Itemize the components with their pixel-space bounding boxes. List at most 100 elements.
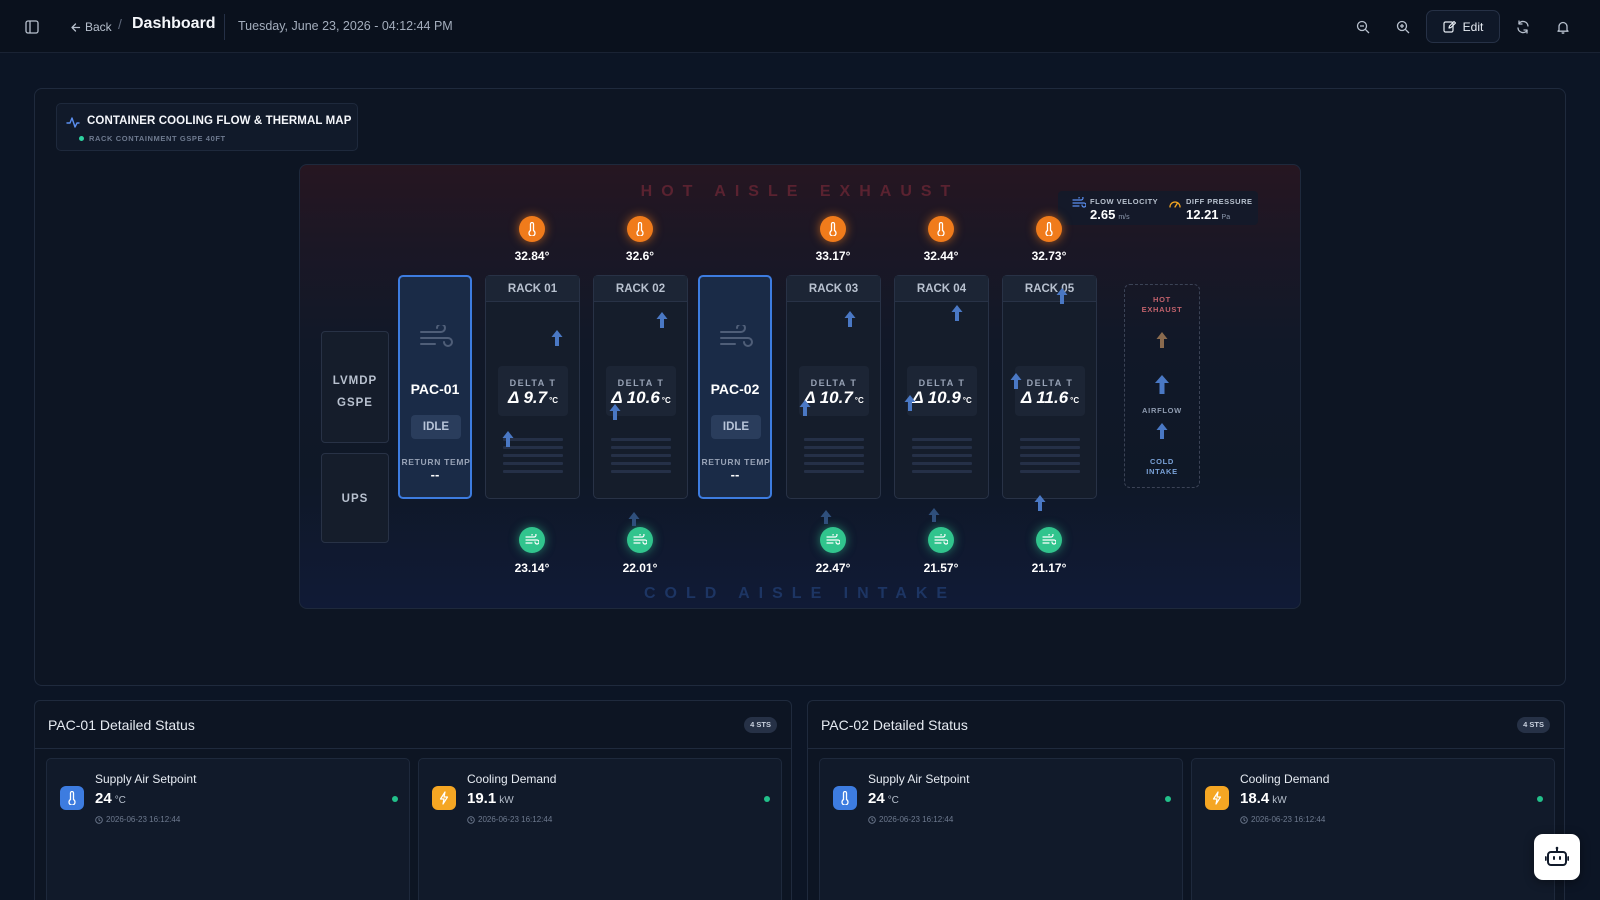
metric-card-cooling-demand[interactable]: Cooling Demand 19.1 kW 2026-06-23 16:12:4… <box>418 758 782 900</box>
rack-04[interactable]: RACK 04 DELTA T Δ 10.9 °C <box>894 275 989 499</box>
clock-icon <box>467 815 475 824</box>
airflow-arrow-icon <box>844 311 856 327</box>
metric-label: Supply Air Setpoint <box>95 772 197 786</box>
back-button[interactable]: Back <box>70 18 112 36</box>
rack-03[interactable]: RACK 03 DELTA T Δ 10.7 °C <box>786 275 881 499</box>
current-datetime: Tuesday, June 23, 2026 - 04:12:44 PM <box>238 19 453 33</box>
pac-name: PAC-02 <box>710 381 760 397</box>
arrow-up-icon <box>1155 375 1169 394</box>
diff-pressure-unit: Pa <box>1221 214 1231 221</box>
lvmdp-label: LVMDP <box>332 375 378 387</box>
thermometer-icon[interactable] <box>820 216 846 242</box>
zoom-in-icon[interactable] <box>1392 16 1414 38</box>
metric-value-row: 19.1 kW <box>467 790 514 807</box>
back-label: Back <box>85 20 112 34</box>
metric-timestamp: 2026-06-23 16:12:44 <box>879 815 954 824</box>
gauge-icon <box>1169 201 1181 208</box>
airflow-arrow-icon <box>951 305 963 321</box>
thermometer-icon <box>833 786 857 810</box>
airflow-legend: HOT EXHAUST AIRFLOW COLD INTAKE <box>1124 284 1200 488</box>
flow-velocity-readout: FLOW VELOCITY 2.65 m/s <box>1072 197 1158 224</box>
rack-label: RACK 02 <box>594 276 687 302</box>
metric-card-supply-air-setpoint[interactable]: Supply Air Setpoint 24 °C 2026-06-23 16:1… <box>46 758 410 900</box>
metric-card-supply-air-setpoint[interactable]: Supply Air Setpoint 24 °C 2026-06-23 16:1… <box>819 758 1183 900</box>
delta-t-label: DELTA T <box>509 378 557 388</box>
widget-title: CONTAINER COOLING FLOW & THERMAL MAP <box>87 115 352 127</box>
detail-header: PAC-01 Detailed Status 4 STS <box>35 701 791 749</box>
thermometer-icon[interactable] <box>928 216 954 242</box>
wind-icon[interactable] <box>820 527 846 553</box>
pac-01-detail-panel: PAC-01 Detailed Status 4 STS Supply Air … <box>34 700 792 900</box>
status-count-badge: 4 STS <box>1517 717 1550 733</box>
cold-temp-value: 23.14° <box>514 561 550 575</box>
clock-icon <box>95 815 103 824</box>
wind-icon[interactable] <box>519 527 545 553</box>
thermometer-icon[interactable] <box>627 216 653 242</box>
wind-icon[interactable] <box>627 527 653 553</box>
return-temp-value: -- <box>430 467 440 482</box>
pac-unit-01[interactable]: PAC-01 IDLE RETURN TEMP -- <box>398 275 472 499</box>
delta-t-unit: °C <box>962 396 972 405</box>
hot-temp-value: 32.6° <box>625 249 655 263</box>
cold-temp-value: 21.57° <box>923 561 959 575</box>
thermal-map: HOT AISLE EXHAUST COLD AISLE INTAKE FLOW… <box>299 164 1301 609</box>
edit-icon <box>1443 20 1456 33</box>
refresh-icon[interactable] <box>1512 16 1534 38</box>
delta-t-value: Δ 10.7 <box>804 388 853 407</box>
metric-unit: kW <box>1272 795 1287 806</box>
page-title: Dashboard <box>132 15 216 32</box>
rack-02[interactable]: RACK 02 DELTA T Δ 10.6 °C <box>593 275 688 499</box>
rack-vents <box>804 438 864 478</box>
rack-01[interactable]: RACK 01 DELTA T Δ 9.7 °C <box>485 275 580 499</box>
breadcrumb-separator: / <box>118 16 122 32</box>
cold-aisle-label: COLD AISLE INTAKE <box>643 585 957 602</box>
thermometer-icon <box>60 786 84 810</box>
wind-icon[interactable] <box>928 527 954 553</box>
status-dot <box>764 796 770 802</box>
pac-state-badge: IDLE <box>411 415 461 439</box>
widget-title-card: CONTAINER COOLING FLOW & THERMAL MAP RAC… <box>56 103 358 151</box>
metric-card-cooling-demand[interactable]: Cooling Demand 18.4 kW 2026-06-23 16:12:4… <box>1191 758 1555 900</box>
edit-button[interactable]: Edit <box>1426 10 1500 43</box>
thermometer-icon[interactable] <box>1036 216 1062 242</box>
delta-t-unit: °C <box>549 396 559 405</box>
arrow-up-icon <box>1156 332 1168 348</box>
thermometer-icon[interactable] <box>519 216 545 242</box>
metric-value: 24 <box>95 790 112 807</box>
flow-velocity-value: 2.65 <box>1090 207 1116 222</box>
cold-temp-value: 22.47° <box>815 561 851 575</box>
rack-vents <box>912 438 972 478</box>
pac-unit-02[interactable]: PAC-02 IDLE RETURN TEMP -- <box>698 275 772 499</box>
delta-t-box: DELTA T Δ 10.9 °C <box>907 366 977 416</box>
flow-velocity-unit: m/s <box>1118 214 1130 221</box>
diff-pressure-label: DIFF PRESSURE <box>1186 197 1253 206</box>
metric-timestamp-row: 2026-06-23 16:12:44 <box>95 815 180 824</box>
metric-value: 18.4 <box>1240 790 1270 807</box>
zoom-out-icon[interactable] <box>1352 16 1374 38</box>
status-dot <box>392 796 398 802</box>
sidebar-toggle-icon[interactable] <box>20 16 44 38</box>
widget-subtitle: RACK CONTAINMENT GSPE 40FT <box>89 134 226 143</box>
diff-pressure-value: 12.21 <box>1186 207 1219 222</box>
wind-icon[interactable] <box>1036 527 1062 553</box>
status-count-badge: 4 STS <box>744 717 777 733</box>
live-status-dot <box>79 136 84 141</box>
rack-label: RACK 05 <box>1003 276 1096 302</box>
pac-state-badge: IDLE <box>711 415 761 439</box>
assistant-bot-button[interactable] <box>1534 834 1580 880</box>
notification-bell-icon[interactable] <box>1552 16 1574 38</box>
delta-t-box: DELTA T Δ 9.7 °C <box>498 366 568 416</box>
lvmdp-unit[interactable]: LVMDP GSPE <box>321 331 389 443</box>
status-dot <box>1537 796 1543 802</box>
activity-icon <box>66 117 80 128</box>
delta-t-unit: °C <box>661 396 671 405</box>
diff-pressure-readout: DIFF PRESSURE 12.21 Pa <box>1168 197 1253 224</box>
flow-velocity-label: FLOW VELOCITY <box>1090 197 1159 206</box>
metric-value-row: 24 °C <box>868 790 899 807</box>
metric-timestamp-row: 2026-06-23 16:12:44 <box>467 815 552 824</box>
hot-temp-value: 33.17° <box>815 249 851 263</box>
airflow-arrow-icon <box>628 512 640 526</box>
ups-unit[interactable]: UPS <box>321 453 389 543</box>
airflow-arrow-icon <box>1056 288 1068 304</box>
airflow-arrow-icon <box>1010 373 1022 389</box>
